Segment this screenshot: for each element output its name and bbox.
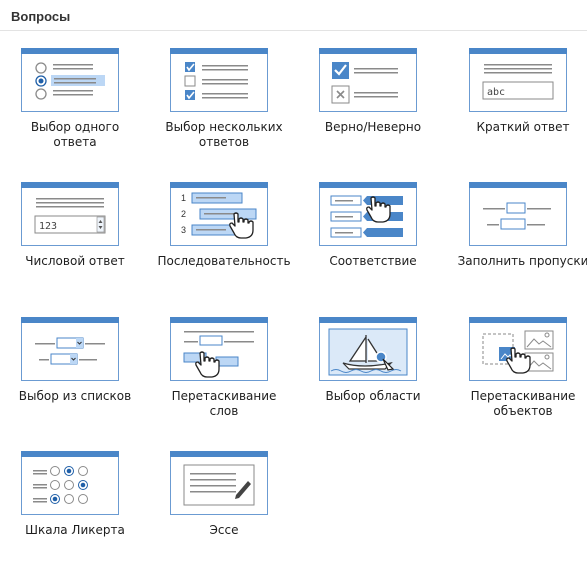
question-type-label: Выбор из списков [0,389,150,404]
question-type-label: Краткий ответ [448,120,587,135]
question-type-label: Выбор одного ответа [0,120,150,150]
question-type-tile[interactable]: Выбор нескольких ответов [149,34,299,162]
label-line: слов [209,404,239,418]
svg-text:abc: abc [487,87,505,98]
svg-text:2: 2 [181,209,186,219]
label-line: Соответствие [329,254,417,268]
question-type-tile[interactable]: Выбор из списков [0,303,150,431]
label-line: ответов [198,135,250,149]
sequence-icon: 1 2 3 [170,182,268,246]
label-line: Верно/Неверно [324,120,422,134]
fill-in-blanks-icon [469,182,567,246]
single-choice-icon [21,48,119,112]
question-type-tile[interactable]: Соответствие [298,168,448,296]
label-line: Выбор из списков [18,389,132,403]
question-type-label: Заполнить пропуски [448,254,587,269]
label-line: Эссе [209,523,239,537]
question-type-tile[interactable]: Выбор одного ответа [0,34,150,162]
drag-words-icon [170,317,268,381]
question-type-tile[interactable]: Заполнить пропуски [448,168,587,296]
label-line: Выбор нескольких [165,120,283,134]
question-type-label: Числовой ответ [0,254,150,269]
label-line: Выбор области [325,389,421,403]
multiple-choice-icon [170,48,268,112]
label-line: Числовой ответ [25,254,125,268]
matching-icon [319,182,417,246]
question-type-label: Верно/Неверно [298,120,448,135]
question-type-label: Соответствие [298,254,448,269]
svg-text:3: 3 [181,225,186,235]
short-answer-icon: abc [469,48,567,112]
label-line: Заполнить пропуски [457,254,587,268]
question-type-tile[interactable]: Выбор области [298,303,448,431]
question-type-tile[interactable]: 1 2 3 Последовательность [149,168,299,296]
question-type-label: Выбор нескольких ответов [149,120,299,150]
label-line: Шкала Ликерта [25,523,125,537]
label-line: Выбор одного [30,120,120,134]
hotspot-icon [319,317,417,381]
question-type-tile[interactable]: Верно/Неверно [298,34,448,162]
label-line: объектов [493,404,553,418]
label-line: Перетаскивание [470,389,576,403]
question-type-label: Выбор области [298,389,448,404]
likert-scale-icon [21,451,119,515]
true-false-icon [319,48,417,112]
question-type-tile[interactable]: Перетаскивание объектов [448,303,587,431]
label-line: Перетаскивание [171,389,277,403]
select-from-lists-icon [21,317,119,381]
svg-text:1: 1 [181,193,186,203]
label-line: Краткий ответ [476,120,570,134]
label-line: ответа [53,135,97,149]
question-type-tile[interactable]: 123 Числовой ответ [0,168,150,296]
question-type-label: Шкала Ликерта [0,523,150,538]
question-type-tile[interactable]: Перетаскивание слов [149,303,299,431]
question-type-label: Последовательность [149,254,299,269]
question-type-label: Перетаскивание слов [149,389,299,419]
panel-header: Вопросы [0,0,587,31]
question-type-tile[interactable]: abc Краткий ответ [448,34,587,162]
essay-icon [170,451,268,515]
panel-title: Вопросы [11,9,71,24]
drag-objects-icon [469,317,567,381]
question-type-label: Перетаскивание объектов [448,389,587,419]
label-line: Последовательность [157,254,291,268]
question-type-label: Эссе [149,523,299,538]
svg-text:123: 123 [39,221,57,232]
numeric-icon: 123 [21,182,119,246]
